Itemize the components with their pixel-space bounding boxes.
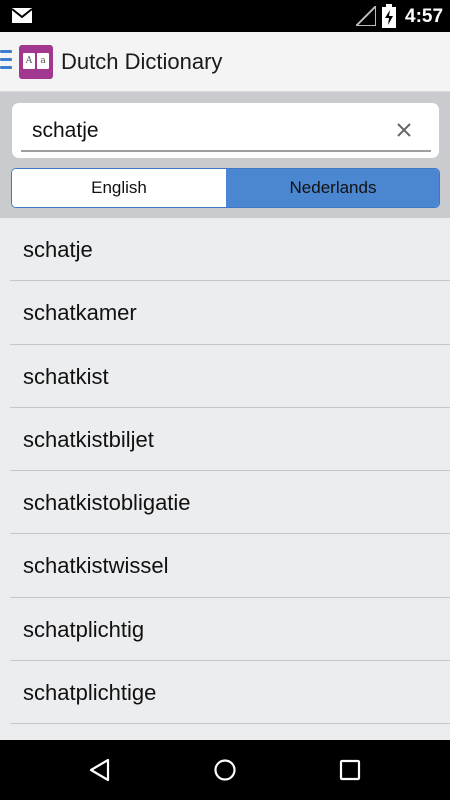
home-icon[interactable] <box>213 758 237 782</box>
list-item[interactable]: schatkistbiljet <box>0 408 450 472</box>
list-item[interactable]: schatkamer <box>0 281 450 345</box>
clock: 4:57 <box>405 6 444 27</box>
app-bar: A a Dutch Dictionary <box>0 32 450 92</box>
list-item[interactable]: schatplichtige <box>0 661 450 725</box>
search-underline <box>21 150 431 152</box>
battery-charging-icon <box>382 4 396 28</box>
search-input[interactable] <box>32 117 372 145</box>
list-item[interactable]: schatkistobligatie <box>0 471 450 535</box>
search-panel: English Nederlands <box>0 92 450 218</box>
navigation-bar <box>0 740 450 800</box>
divider <box>10 723 450 725</box>
word-label: schatkistobligatie <box>23 490 191 516</box>
back-icon[interactable] <box>88 758 112 782</box>
list-item[interactable]: schatplichtig <box>0 598 450 662</box>
tab-english[interactable]: English <box>12 169 226 207</box>
mail-icon <box>12 8 32 23</box>
word-label: schatplichtige <box>23 680 157 706</box>
app-title: Dutch Dictionary <box>61 49 223 74</box>
logo-letter: A <box>23 53 35 69</box>
tab-nederlands[interactable]: Nederlands <box>226 169 439 207</box>
word-label: schatplichtig <box>23 616 145 642</box>
language-toggle: English Nederlands <box>11 168 440 208</box>
word-label: schatkist <box>23 363 109 389</box>
word-list: schatje schatkamer schatkist schatkistbi… <box>0 218 450 740</box>
word-label: schatkistbiljet <box>23 426 154 452</box>
word-label: schatje <box>23 237 93 262</box>
word-label: schatkistwissel <box>23 553 169 579</box>
signal-icon <box>356 6 376 26</box>
recents-icon[interactable] <box>338 758 362 782</box>
app-logo: A a <box>19 45 53 79</box>
word-label: schatkamer <box>23 300 137 326</box>
menu-icon[interactable] <box>0 50 14 72</box>
status-bar: 4:57 <box>0 0 450 32</box>
search-box <box>12 103 439 158</box>
list-item[interactable]: schatkistwissel <box>0 534 450 598</box>
clear-icon[interactable] <box>395 121 413 139</box>
list-item[interactable]: schatje <box>0 218 450 282</box>
list-item[interactable]: schatkist <box>0 345 450 408</box>
logo-letter: a <box>37 53 49 69</box>
